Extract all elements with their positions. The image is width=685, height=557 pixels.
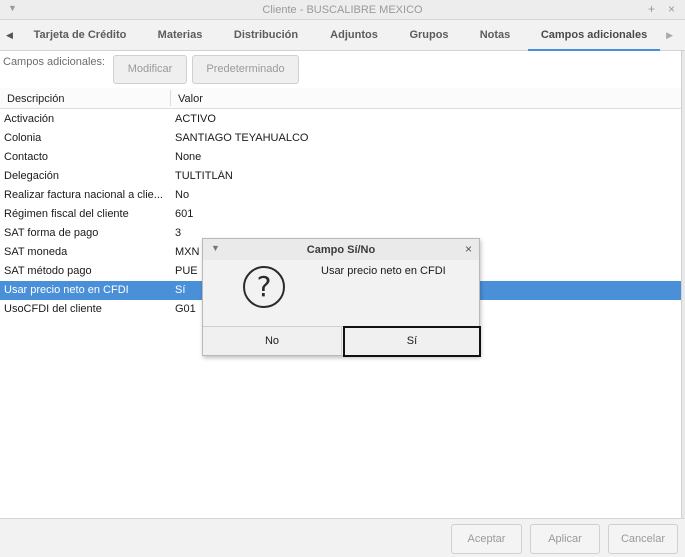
tab-grupos[interactable]: Grupos — [400, 20, 458, 51]
row-description: Contacto — [4, 151, 49, 163]
column-divider[interactable] — [170, 90, 171, 106]
tab-notas[interactable]: Notas — [472, 20, 518, 51]
window-title: Cliente - BUSCALIBRE MEXICO — [262, 4, 423, 16]
table-row[interactable]: Activación ACTIVO — [0, 110, 681, 129]
yes-no-dialog: ▼ Campo Sí/No × ? Usar precio neto en CF… — [202, 238, 481, 357]
row-description: Activación — [4, 113, 55, 125]
table-row[interactable]: Contacto None — [0, 148, 681, 167]
tab-scroll-right-icon[interactable]: ▶ — [666, 30, 673, 41]
question-icon: ? — [243, 266, 285, 308]
row-value: No — [175, 189, 190, 201]
dialog-close-icon[interactable]: × — [465, 242, 472, 256]
row-description: Realizar factura nacional a clie... — [4, 189, 163, 201]
row-value: 601 — [175, 208, 194, 220]
row-description: UsoCFDI del cliente — [4, 303, 102, 315]
row-description: SAT moneda — [4, 246, 68, 258]
row-description: SAT forma de pago — [4, 227, 99, 239]
no-button[interactable]: No — [203, 327, 342, 356]
modify-button[interactable]: Modificar — [113, 55, 187, 84]
dialog-titlebar: ▼ Campo Sí/No × — [203, 239, 479, 260]
row-value: ACTIVO — [175, 113, 216, 125]
tab-adjuntos[interactable]: Adjuntos — [322, 20, 386, 51]
row-value: None — [175, 151, 202, 163]
table-row[interactable]: Régimen fiscal del cliente 601 — [0, 205, 681, 224]
tab-scroll-left-icon[interactable]: ◀ — [6, 30, 13, 41]
close-icon[interactable]: × — [668, 2, 675, 16]
default-button[interactable]: Predeterminado — [192, 55, 299, 84]
row-description: Delegación — [4, 170, 60, 182]
row-value: TULTITLÁN — [175, 170, 233, 182]
tab-distribucion[interactable]: Distribución — [224, 20, 308, 51]
dialog-button-row: No Sí — [203, 326, 481, 357]
apply-button[interactable]: Aplicar — [530, 524, 600, 554]
row-description: Usar precio neto en CFDI — [4, 284, 129, 296]
tab-campos-adicionales[interactable]: Campos adicionales — [528, 20, 660, 51]
dialog-title: Campo Sí/No — [306, 244, 376, 256]
table-row[interactable]: Colonia SANTIAGO TEYAHUALCO — [0, 129, 681, 148]
row-value: SANTIAGO TEYAHUALCO — [175, 132, 309, 144]
table-header: Descripción Valor — [0, 88, 681, 109]
tab-bar: ◀ Tarjeta de Crédito Materias Distribuci… — [0, 20, 685, 51]
cancel-button[interactable]: Cancelar — [608, 524, 678, 554]
vertical-scrollbar[interactable] — [681, 51, 685, 518]
minimize-icon[interactable]: + — [648, 2, 655, 16]
toolbar-label: Campos adicionales: — [3, 56, 106, 68]
window-titlebar: ▼ Cliente - BUSCALIBRE MEXICO + × — [0, 0, 685, 20]
dialog-message: Usar precio neto en CFDI — [321, 265, 446, 277]
column-header-value[interactable]: Valor — [178, 93, 203, 105]
tab-materias[interactable]: Materias — [150, 20, 210, 51]
row-description: Colonia — [4, 132, 42, 144]
column-header-description[interactable]: Descripción — [7, 93, 64, 105]
dialog-footer: Aceptar Aplicar Cancelar — [0, 518, 685, 557]
table-row[interactable]: Realizar factura nacional a clie... No — [0, 186, 681, 205]
yes-button[interactable]: Sí — [343, 326, 481, 357]
tab-tarjeta-credito[interactable]: Tarjeta de Crédito — [20, 20, 140, 51]
row-description: SAT método pago — [4, 265, 92, 277]
table-row[interactable]: Delegación TULTITLÁN — [0, 167, 681, 186]
accept-button[interactable]: Aceptar — [451, 524, 522, 554]
row-description: Régimen fiscal del cliente — [4, 208, 129, 220]
